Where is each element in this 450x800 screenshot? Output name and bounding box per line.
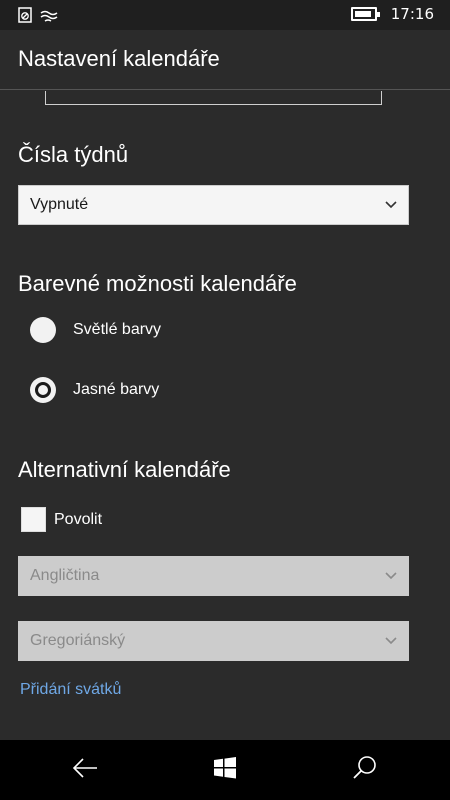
radio-circle[interactable] [30,317,56,343]
week-numbers-select[interactable]: Vypnuté [18,185,409,225]
radio-circle-checked[interactable] [30,377,56,403]
navigation-bar [0,740,450,800]
alt-calendars-heading: Alternativní kalendáře [18,457,231,482]
settings-content[interactable]: Čísla týdnů Vypnuté Barevné možnosti kal… [0,91,450,740]
radio-light-colors-label: Světlé barvy [73,321,162,338]
clock: 17:16 [390,5,434,23]
enable-checkbox[interactable] [21,507,46,532]
chevron-down-icon [384,194,398,214]
color-options-heading: Barevné možnosti kalendáře [18,271,297,296]
calendar-type-value: Gregoriánský [30,632,126,649]
radio-bright-colors[interactable]: Jasné barvy [30,377,159,403]
status-icons-left [18,7,58,27]
sync-blocked-icon [18,7,32,27]
enable-checkbox-label: Povolit [54,510,103,528]
clipped-input-box[interactable] [45,91,382,105]
back-arrow-icon [71,756,99,784]
battery-icon [350,7,380,21]
add-holidays-link[interactable]: Přidání svátků [20,681,121,699]
windows-logo-icon [213,756,237,784]
radio-light-colors[interactable]: Světlé barvy [30,317,161,343]
radio-bright-colors-label: Jasné barvy [73,381,160,398]
wifi-icon [40,8,58,27]
status-icons-right: 17:16 [350,5,434,23]
status-bar: 17:16 [0,0,450,30]
week-numbers-value: Vypnuté [30,196,89,213]
chevron-down-icon [384,565,398,585]
enable-alt-calendar-row[interactable]: Povolit [21,507,102,532]
start-button[interactable] [209,754,241,786]
back-button[interactable] [69,754,101,786]
language-value: Angličtina [30,567,100,584]
search-icon [352,755,378,785]
battery-fill [354,11,371,17]
search-button[interactable] [349,754,381,786]
page-title: Nastavení kalendáře [18,46,220,71]
title-bar: Nastavení kalendáře [0,30,450,90]
week-numbers-heading: Čísla týdnů [18,142,129,167]
chevron-down-icon [384,630,398,650]
language-select[interactable]: Angličtina [18,556,409,596]
calendar-type-select[interactable]: Gregoriánský [18,621,409,661]
